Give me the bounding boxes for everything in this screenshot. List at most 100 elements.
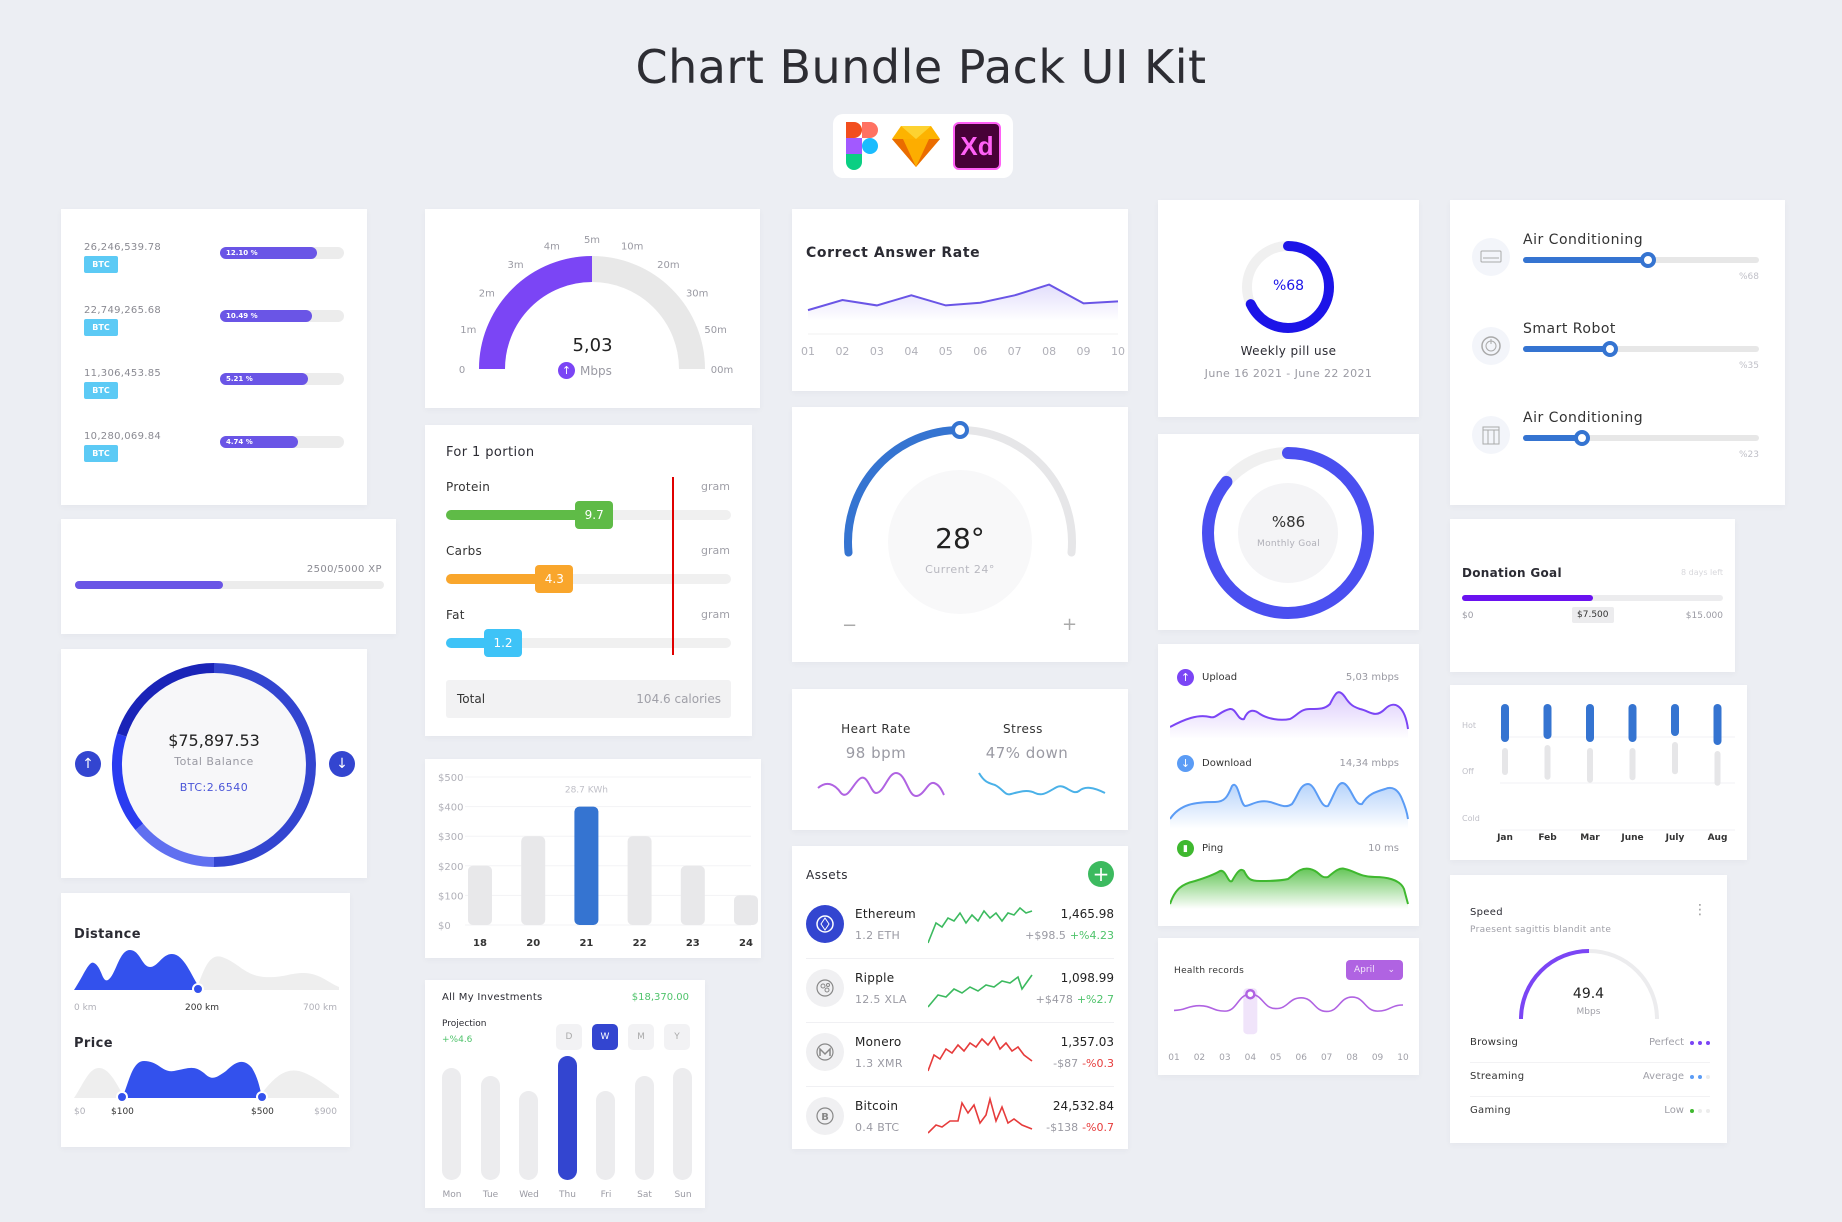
health-x-label: 06 <box>1295 1053 1307 1063</box>
investment-bar[interactable] <box>519 1090 538 1180</box>
nutrient-slider[interactable]: 4.3 <box>446 565 731 593</box>
bar[interactable] <box>680 865 705 925</box>
nutrient-slider[interactable]: 9.7 <box>446 501 731 529</box>
investment-bar[interactable] <box>442 1068 461 1180</box>
percent-track: 5.21 % <box>220 373 344 385</box>
asset-sparkline <box>928 1095 1033 1134</box>
asset-row[interactable]: Monero 1.3 XMR 1,357.03 -$87 -%0.3 <box>806 1023 1114 1087</box>
device-slider-knob[interactable] <box>1640 252 1657 268</box>
percent-track: 10.49 % <box>220 310 344 322</box>
speed-gauge-card: 0 1m 2m 3m 4m 5m 10m 20m 30m 50m 00m 5,03 ↑ Mbps <box>425 209 760 408</box>
health-point[interactable] <box>1245 988 1256 1000</box>
level-dot <box>1698 1109 1702 1113</box>
gauge-tick-label: 5m <box>584 235 600 246</box>
increase-button[interactable]: + <box>1062 614 1077 635</box>
temp-hot-bar[interactable] <box>1586 704 1594 742</box>
answer-rate-chart: 01 02 03 04 05 06 07 08 09 10 <box>801 283 1125 358</box>
price-min: $0 <box>74 1107 86 1117</box>
xp-fill <box>75 581 224 589</box>
device-slider[interactable] <box>1523 252 1759 268</box>
sparkline-path <box>928 906 1033 944</box>
balance-up-button[interactable]: ↑ <box>75 751 101 777</box>
nutrient-label: Protein <box>446 480 491 494</box>
price-title: Price <box>74 1036 113 1051</box>
price-high: $500 <box>251 1107 274 1117</box>
answer-x-label: 02 <box>835 345 849 358</box>
heart-rate-wave <box>817 771 945 798</box>
day-label: Tue <box>482 1190 499 1200</box>
balance-down-button[interactable]: ↓ <box>329 751 355 777</box>
pill-title: Weekly pill use <box>1240 344 1337 358</box>
asset-row[interactable]: Ripple 12.5 XLA 1,098.99 +$478 +%2.7 <box>806 959 1114 1023</box>
nutrient-value-handle[interactable]: 9.7 <box>575 501 614 529</box>
bar[interactable] <box>627 836 652 925</box>
asset-price: 1,098.99 <box>1060 971 1114 985</box>
health-card: Health records April ⌄ 01 02 03 04 05 06 07 08 0… <box>1158 938 1419 1075</box>
investment-bar[interactable] <box>634 1075 654 1180</box>
nutrient-fill <box>446 510 595 520</box>
period-button-w[interactable]: W <box>592 1024 618 1050</box>
asset-row[interactable]: B Bitcoin 0.4 BTC 24,532.84 -$138 -%0.7 <box>806 1087 1114 1151</box>
investment-bar[interactable] <box>596 1090 615 1180</box>
nutrient-label: Fat <box>446 608 465 622</box>
asset-sparkline <box>928 906 1033 944</box>
health-x-label: 02 <box>1194 1053 1205 1063</box>
days-left: 8 days left <box>1680 568 1723 577</box>
distance-handle[interactable] <box>192 983 204 995</box>
asset-change-row: +$98.5 +%4.23 <box>1025 929 1114 942</box>
period-button-d[interactable]: D <box>556 1024 582 1050</box>
nutrient-slider[interactable]: 1.2 <box>446 629 731 657</box>
temp-hot-bar[interactable] <box>1713 704 1722 745</box>
level-dot <box>1690 1041 1694 1045</box>
portion-card: For 1 portion Protein gram 9.7 Carbs gram 4.3… <box>425 425 752 736</box>
device-slider-knob[interactable] <box>1574 430 1590 446</box>
thermostat-knob[interactable] <box>951 421 969 439</box>
temp-hot-bar[interactable] <box>1501 704 1509 742</box>
asset-price: 1,357.03 <box>1060 1035 1114 1049</box>
investment-bar[interactable] <box>557 1056 577 1180</box>
temp-y-label: Hot <box>1462 721 1476 730</box>
investment-bar[interactable] <box>480 1075 500 1180</box>
period-button-y[interactable]: Y <box>664 1024 690 1050</box>
speed-value: 49.4 <box>1572 986 1605 1002</box>
temp-hot-bar[interactable] <box>1543 704 1552 739</box>
temp-off-bar <box>1629 748 1636 781</box>
bar[interactable] <box>468 865 492 925</box>
period-button-m[interactable]: M <box>628 1024 654 1050</box>
device-slider-knob[interactable] <box>1602 341 1619 357</box>
bar[interactable] <box>574 806 599 925</box>
investment-bar[interactable] <box>673 1068 692 1180</box>
sparkline-path <box>928 1035 1033 1072</box>
currency-tag: BTC <box>84 445 118 462</box>
price-max-handle[interactable] <box>256 1091 268 1103</box>
quality-value: Low <box>1664 1105 1684 1116</box>
day-label: Sat <box>637 1190 652 1200</box>
nutrient-value-handle[interactable]: 4.3 <box>535 565 574 593</box>
temp-hot-bar[interactable] <box>1628 704 1637 742</box>
svg-text:B: B <box>821 1112 829 1123</box>
day-label: Mon <box>442 1190 462 1200</box>
bar[interactable] <box>521 836 546 925</box>
decrease-button[interactable]: − <box>842 615 857 636</box>
asset-holding: 1.3 XMR <box>855 1057 903 1070</box>
quality-value: Average <box>1642 1071 1684 1082</box>
bar[interactable] <box>734 895 758 925</box>
nutrient-value-handle[interactable]: 1.2 <box>484 629 522 657</box>
quality-row: Streaming Average <box>1470 1063 1710 1097</box>
x-tick-label: 24 <box>739 938 753 949</box>
answer-x-label: 08 <box>1042 345 1056 358</box>
distance-current: 200 km <box>185 1003 220 1013</box>
add-asset-button[interactable]: + <box>1088 861 1114 887</box>
device-slider[interactable] <box>1523 341 1759 357</box>
monthly-goal-card: %86 Monthly Goal <box>1158 434 1419 630</box>
device-slider[interactable] <box>1523 430 1759 446</box>
health-x-label: 04 <box>1245 1053 1257 1063</box>
asset-row[interactable]: Ethereum 1.2 ETH 1,465.98 +$98.5 +%4.23 <box>806 895 1114 959</box>
price-min-handle[interactable] <box>116 1091 128 1103</box>
heart-rate-value: 98 bpm <box>845 744 907 762</box>
assets-card: Assets + Ethereum 1.2 ETH 1,465.98 +$98.5 +%… <box>792 846 1128 1149</box>
temp-off-bar <box>1544 745 1551 780</box>
device-label: Air Conditioning <box>1523 232 1644 248</box>
temp-hot-bar[interactable] <box>1671 704 1679 736</box>
asset-price: 24,532.84 <box>1052 1099 1114 1113</box>
